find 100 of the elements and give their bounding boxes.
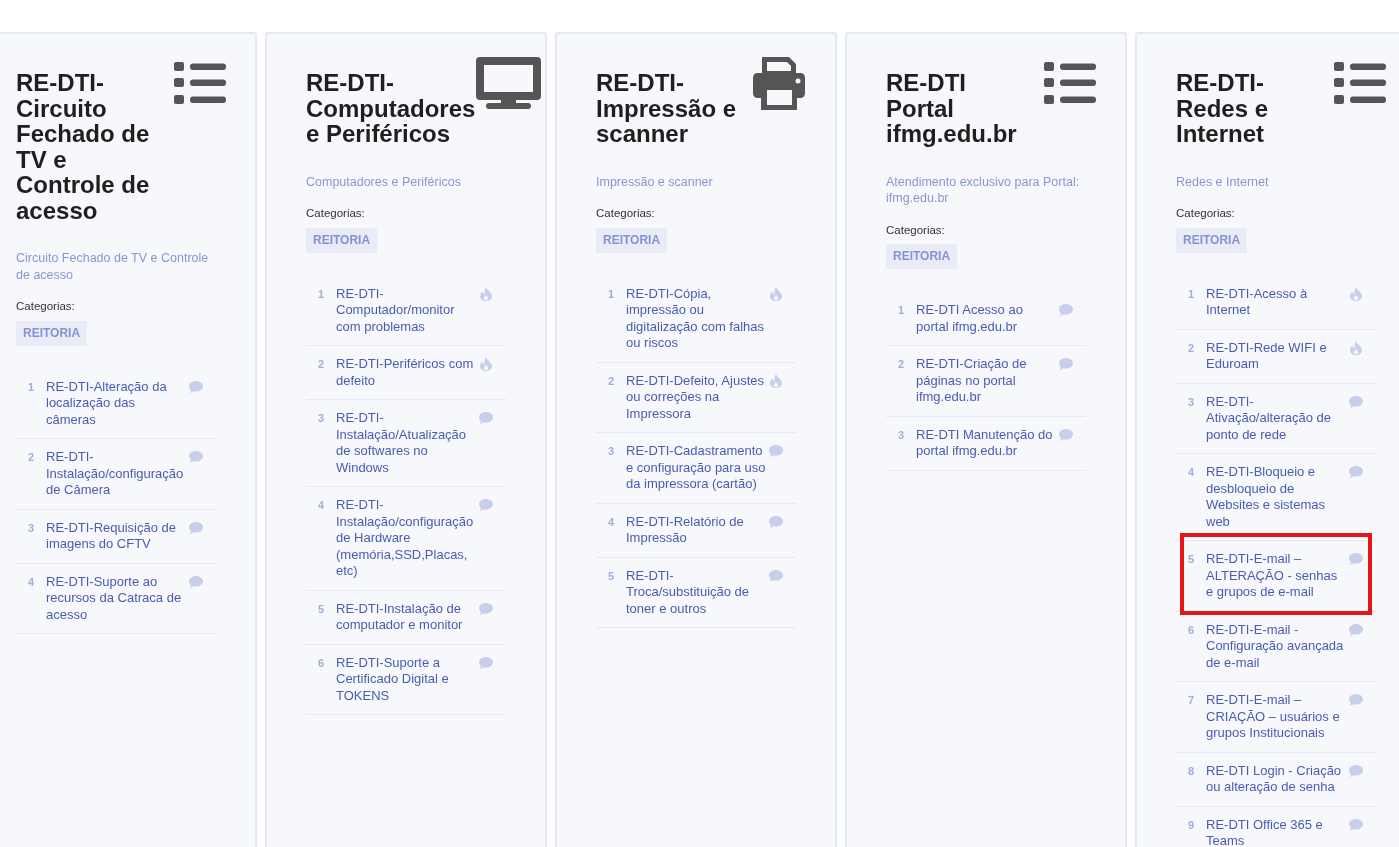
flame-icon <box>1350 286 1362 301</box>
item-number: 5 <box>318 601 325 617</box>
flame-icon <box>480 357 492 371</box>
card-description: Redes e Internet <box>1176 173 1270 190</box>
speech-bubble-icon <box>189 521 203 534</box>
item-link[interactable]: RE-DTI-Relatório de Impressão <box>626 513 766 547</box>
item-number: 1 <box>28 379 35 395</box>
flame-icon <box>480 286 492 301</box>
item-number: 2 <box>1188 340 1195 356</box>
item-link[interactable]: RE-DTI-Cópia, impressão ou digitalização com falhas ou riscos <box>626 285 766 352</box>
speech-bubble-icon <box>1349 553 1363 565</box>
item-number: 9 <box>1188 817 1195 833</box>
item-link[interactable]: RE-DTI-Suporte a Certificado Digital e TOKENS <box>336 654 476 704</box>
card-title: RE-DTI Portal ifmg.edu.br <box>886 70 1018 147</box>
item-link[interactable]: RE-DTI-Requisição de imagens do CFTV <box>46 519 186 553</box>
list-icon <box>174 62 226 104</box>
categories-label: Categorias: <box>596 206 656 221</box>
speech-bubble-icon <box>1059 358 1073 370</box>
item-link[interactable]: RE-DTI-Alteração da localização das câmeras <box>46 378 186 428</box>
card-title: RE-DTI-Circuito Fechado de TV e Controle de acesso <box>16 70 151 223</box>
categories-label: Categorias: <box>1176 206 1236 221</box>
item-link[interactable]: RE-DTI-E-mail – ALTERAÇÃO - senhas e grupos de e-mail <box>1206 551 1346 601</box>
item-number: 4 <box>318 498 325 513</box>
flame-icon <box>770 286 782 301</box>
item-link[interactable]: RE-DTI Login - Criação ou alteração de senha <box>1206 762 1346 796</box>
item-number: 3 <box>608 444 615 459</box>
item-link[interactable]: RE-DTI Acesso ao portal ifmg.edu.br <box>916 302 1056 335</box>
item-number: 2 <box>318 357 325 372</box>
item-number: 3 <box>318 411 325 426</box>
speech-bubble-icon <box>769 569 783 582</box>
card-title: RE-DTI-Redes e Internet <box>1176 70 1270 147</box>
item-link[interactable]: RE-DTI-Suporte ao recursos da Catraca de acesso <box>46 573 186 623</box>
item-link[interactable]: RE-DTI-Instalação/configuração de Câmera <box>46 449 186 499</box>
item-link[interactable]: RE-DTI-Computador/monitor com problemas <box>336 285 476 335</box>
item-link[interactable]: RE-DTI-Ativação/alteração de ponto de rede <box>1206 393 1346 443</box>
speech-bubble-icon <box>189 380 203 393</box>
speech-bubble-icon <box>1349 764 1363 777</box>
monitor-icon <box>476 57 541 109</box>
printer-icon <box>753 57 805 110</box>
card-description: Circuito Fechado de TV e Controle de acesso <box>16 250 210 283</box>
flame-icon <box>1350 340 1362 355</box>
item-number: 1 <box>1188 286 1195 302</box>
item-number: 5 <box>608 568 615 584</box>
flame-icon <box>770 373 782 388</box>
speech-bubble-icon <box>1349 818 1363 831</box>
item-link[interactable]: RE-DTI-Cadastramento e configuração para uso da impressora (cartão) <box>626 443 766 493</box>
item-link[interactable]: RE-DTI-Instalação de computador e monitor <box>336 600 476 634</box>
item-link[interactable]: RE-DTI Office 365 e Teams <box>1206 816 1346 847</box>
item-link[interactable]: RE-DTI-Bloqueio e desbloqueio de Websites e sistemas web <box>1206 464 1346 530</box>
item-number: 6 <box>1188 622 1195 638</box>
item-link[interactable]: RE-DTI-E-mail – CRIAÇÃO – usuários e grupos Institucionais <box>1206 692 1346 742</box>
speech-bubble-icon <box>1349 623 1363 636</box>
item-number: 2 <box>28 450 35 465</box>
item-link[interactable]: RE-DTI-Criação de páginas no portal ifmg.edu.br <box>916 356 1056 406</box>
item-link[interactable]: RE-DTI Manutenção do portal ifmg.edu.br <box>916 426 1056 460</box>
speech-bubble-icon <box>479 499 493 511</box>
item-link[interactable]: RE-DTI-Troca/substituição de toner e outros <box>626 567 766 617</box>
speech-bubble-icon <box>1349 694 1363 706</box>
item-number: 3 <box>1188 394 1195 410</box>
categories-label: Categorias: <box>306 206 366 221</box>
categories-label: Categorias: <box>16 299 76 314</box>
item-number: 1 <box>898 303 905 318</box>
item-number: 2 <box>608 373 615 389</box>
list-icon <box>1044 62 1096 104</box>
item-number: 3 <box>898 427 905 443</box>
card-description: Computadores e Periféricos <box>306 173 462 190</box>
item-number: 1 <box>608 286 615 302</box>
item-number: 4 <box>1188 465 1195 480</box>
speech-bubble-icon <box>1059 428 1073 441</box>
item-link[interactable]: RE-DTI-Rede WIFI e Eduroam <box>1206 339 1346 373</box>
item-number: 4 <box>28 574 35 590</box>
speech-bubble-icon <box>479 602 493 615</box>
card-title: RE-DTI-Impressão e scanner <box>596 70 738 147</box>
item-number: 3 <box>28 520 35 536</box>
speech-bubble-icon <box>479 656 493 669</box>
speech-bubble-icon <box>189 451 203 463</box>
speech-bubble-icon <box>1059 304 1073 316</box>
categories-label: Categorias: <box>886 222 946 238</box>
speech-bubble-icon <box>189 575 203 588</box>
item-link[interactable]: RE-DTI-Instalação/configuração de Hardware (memória,SSD,Placas, etc) <box>336 497 476 580</box>
speech-bubble-icon <box>479 412 493 424</box>
speech-bubble-icon <box>769 445 783 457</box>
item-number: 5 <box>1188 552 1195 567</box>
item-number: 1 <box>318 286 325 302</box>
item-link[interactable]: RE-DTI-Periféricos com defeito <box>336 356 476 389</box>
card-title: RE-DTI-Computadores e Periféricos <box>306 70 476 147</box>
speech-bubble-icon <box>1349 466 1363 478</box>
speech-bubble-icon <box>1349 395 1363 408</box>
item-number: 4 <box>608 514 615 530</box>
list-icon <box>1334 62 1386 104</box>
item-link[interactable]: RE-DTI-Acesso à Internet <box>1206 285 1346 319</box>
item-link[interactable]: RE-DTI-E-mail - Configuração avançada de e-mail <box>1206 621 1346 671</box>
item-link[interactable]: RE-DTI-Defeito, Ajustes ou correções na Impressora <box>626 372 766 422</box>
item-number: 8 <box>1188 763 1195 779</box>
speech-bubble-icon <box>769 515 783 528</box>
item-link[interactable]: RE-DTI-Instalação/Atualização de softwares no Windows <box>336 410 476 476</box>
item-number: 7 <box>1188 693 1195 708</box>
item-number: 6 <box>318 655 325 671</box>
card-description: Impressão e scanner <box>596 173 714 190</box>
card-description: Atendimento exclusivo para Portal: ifmg.edu.br <box>886 173 1081 207</box>
